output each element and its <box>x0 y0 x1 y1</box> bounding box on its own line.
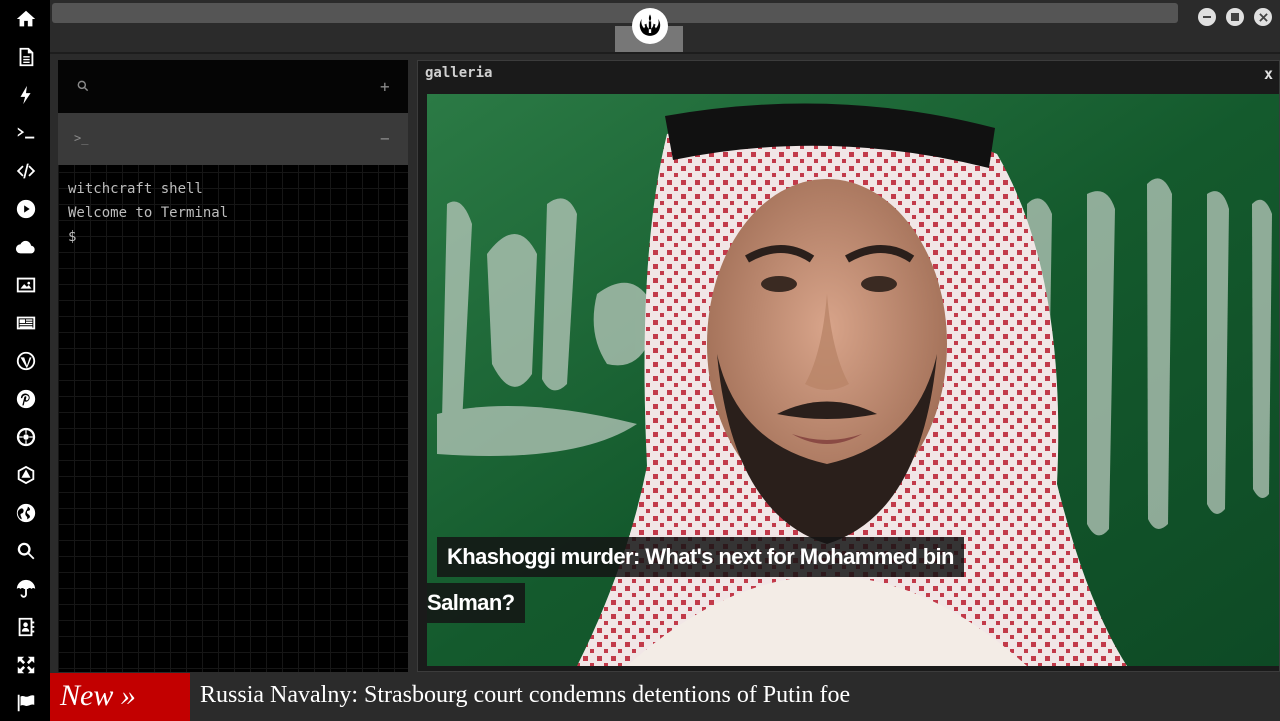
contacts-icon[interactable] <box>13 614 39 640</box>
geometric-icon[interactable] <box>13 462 39 488</box>
terminal-tab-prompt: >_ <box>74 131 89 145</box>
code-icon[interactable] <box>13 158 39 184</box>
ticker-label: New » <box>50 673 190 721</box>
search-icon[interactable] <box>76 79 90 97</box>
terminal-line: witchcraft shell <box>68 181 203 197</box>
image-icon[interactable] <box>13 272 39 298</box>
news-photo[interactable]: Khashoggi murder: What's next for Mohamm… <box>427 94 1279 666</box>
flag-icon[interactable] <box>13 690 39 716</box>
photo-caption-line-1[interactable]: Khashoggi murder: What's next for Mohamm… <box>437 537 964 577</box>
newspaper-icon[interactable] <box>13 310 39 336</box>
maximize-button[interactable] <box>1226 8 1244 26</box>
terminal-prompt: $ <box>68 229 77 245</box>
wordpress-icon[interactable] <box>13 348 39 374</box>
terminal-line: Welcome to Terminal <box>68 205 229 221</box>
galleria-panel: galleria x Khashoggi murder: What's next… <box>417 60 1280 672</box>
galleria-title: galleria <box>425 65 493 81</box>
pinterest-icon[interactable] <box>13 386 39 412</box>
rebel-alliance-icon[interactable] <box>632 8 668 44</box>
expand-icon[interactable] <box>13 652 39 678</box>
terminal-icon[interactable] <box>13 120 39 146</box>
close-tab-button[interactable]: − <box>380 129 390 148</box>
document-icon[interactable] <box>13 44 39 70</box>
galactic-empire-icon[interactable] <box>13 424 39 450</box>
add-tab-button[interactable]: + <box>380 77 390 96</box>
cloud-icon[interactable] <box>13 234 39 260</box>
bolt-icon[interactable] <box>13 82 39 108</box>
terminal-panel: + >_ − witchcraft shell Welcome to Termi… <box>58 60 408 672</box>
ticker-headline[interactable]: Russia Navalny: Strasbourg court condemn… <box>200 673 850 717</box>
app-sidebar <box>0 0 50 721</box>
terminal-output[interactable]: witchcraft shell Welcome to Terminal $ <box>68 177 228 249</box>
photo-caption-line-2[interactable]: Salman? <box>427 583 525 623</box>
terminal-tab[interactable]: >_ − <box>58 113 408 165</box>
news-ticker: New » Russia Navalny: Strasbourg court c… <box>50 673 1280 721</box>
globe-icon[interactable] <box>13 500 39 526</box>
home-icon[interactable] <box>13 6 39 32</box>
window-topbar <box>50 0 1280 54</box>
play-icon[interactable] <box>13 196 39 222</box>
close-window-button[interactable] <box>1254 8 1272 26</box>
search-icon[interactable] <box>13 538 39 564</box>
minimize-button[interactable] <box>1198 8 1216 26</box>
umbrella-icon[interactable] <box>13 576 39 602</box>
title-bar[interactable] <box>52 3 1178 23</box>
terminal-search-bar: + <box>58 60 408 113</box>
galleria-close-button[interactable]: x <box>1264 65 1273 83</box>
